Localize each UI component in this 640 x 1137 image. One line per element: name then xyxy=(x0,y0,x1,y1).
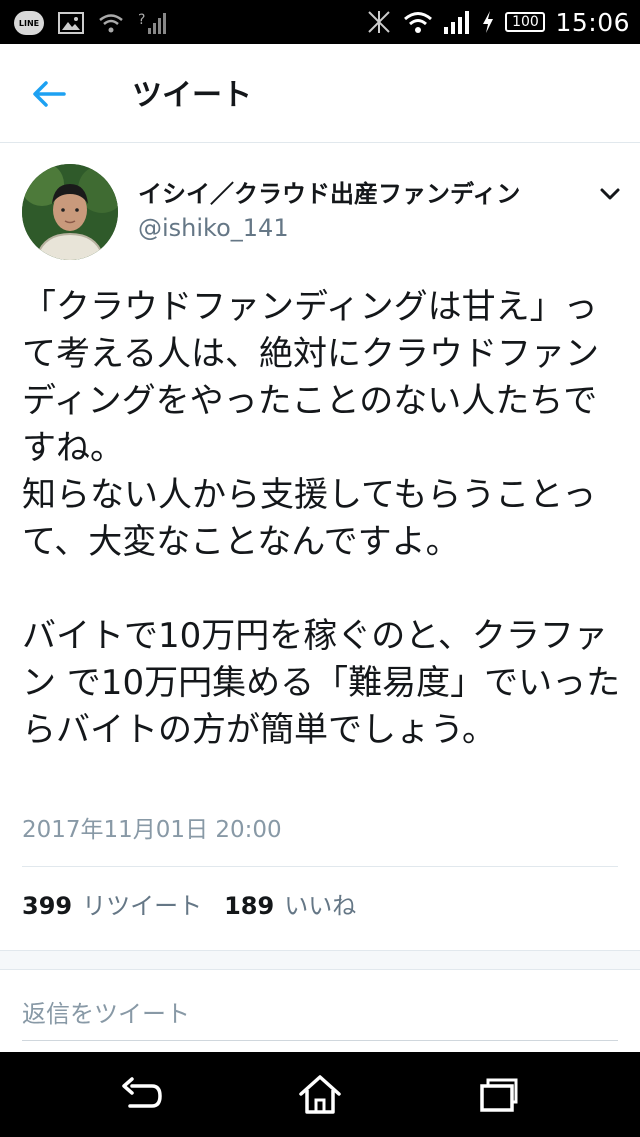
gallery-icon xyxy=(58,12,84,34)
avatar[interactable] xyxy=(22,164,118,260)
tweet-timestamp: 2017年11月01日 20:00 xyxy=(22,817,282,843)
wifi-question-icon xyxy=(99,14,123,33)
nfc-off-icon xyxy=(368,11,391,33)
author-handle[interactable]: @ishiko_141 xyxy=(138,214,289,242)
battery-indicator: 100 xyxy=(505,12,546,32)
nav-back-button[interactable] xyxy=(118,1072,166,1116)
home-icon xyxy=(299,1075,341,1114)
nav-recents-button[interactable] xyxy=(474,1072,522,1116)
app-bar: ツイート xyxy=(0,44,640,143)
tweet-text: 「クラウドファンディングは甘え」って考える人は、絶対にクラウドファンディングをや… xyxy=(22,287,621,750)
retweet-stat[interactable]: 399 リツイート xyxy=(22,886,202,921)
system-nav-bar xyxy=(0,1052,640,1137)
retweet-label: リツイート xyxy=(82,892,203,920)
divider xyxy=(22,866,618,867)
status-bar: LINE ? 100 15:06 xyxy=(0,0,640,44)
tweet-stats: 399 リツイート 189 いいね xyxy=(22,886,356,921)
section-separator xyxy=(0,950,640,970)
no-signal-icon: ? xyxy=(138,12,166,34)
tweet-menu-button[interactable] xyxy=(596,184,624,204)
reply-input[interactable]: 返信をツイート xyxy=(22,994,190,1029)
status-time: 15:06 xyxy=(555,7,630,37)
author-name[interactable]: イシイ／クラウド出産ファンディン xyxy=(138,174,520,209)
svg-text:?: ? xyxy=(138,12,145,28)
line-app-icon: LINE xyxy=(14,11,44,35)
recent-apps-icon xyxy=(480,1078,518,1112)
profile-photo xyxy=(22,164,118,260)
reply-composer[interactable]: 返信をツイート xyxy=(0,970,640,1052)
tweet-detail-screen: LINE ? 100 15:06 ツイート イシイ／クラウド出産ファンディン @… xyxy=(0,0,640,1137)
back-arrow-icon xyxy=(33,81,66,107)
reply-input-underline xyxy=(22,1040,618,1041)
signal-icon xyxy=(444,11,470,34)
charging-icon xyxy=(483,11,494,33)
nav-home-button[interactable] xyxy=(296,1072,344,1116)
like-stat[interactable]: 189 いいね xyxy=(224,886,356,921)
system-icons: 100 15:06 xyxy=(365,6,630,38)
like-label: いいね xyxy=(284,892,357,920)
notification-icons: LINE ? xyxy=(14,8,166,38)
back-icon xyxy=(122,1077,162,1108)
wifi-icon xyxy=(404,12,433,33)
like-count: 189 xyxy=(224,892,275,920)
page-title: ツイート xyxy=(132,78,252,113)
chevron-down-icon xyxy=(600,188,620,200)
retweet-count: 399 xyxy=(22,892,73,920)
back-button[interactable] xyxy=(28,74,72,114)
